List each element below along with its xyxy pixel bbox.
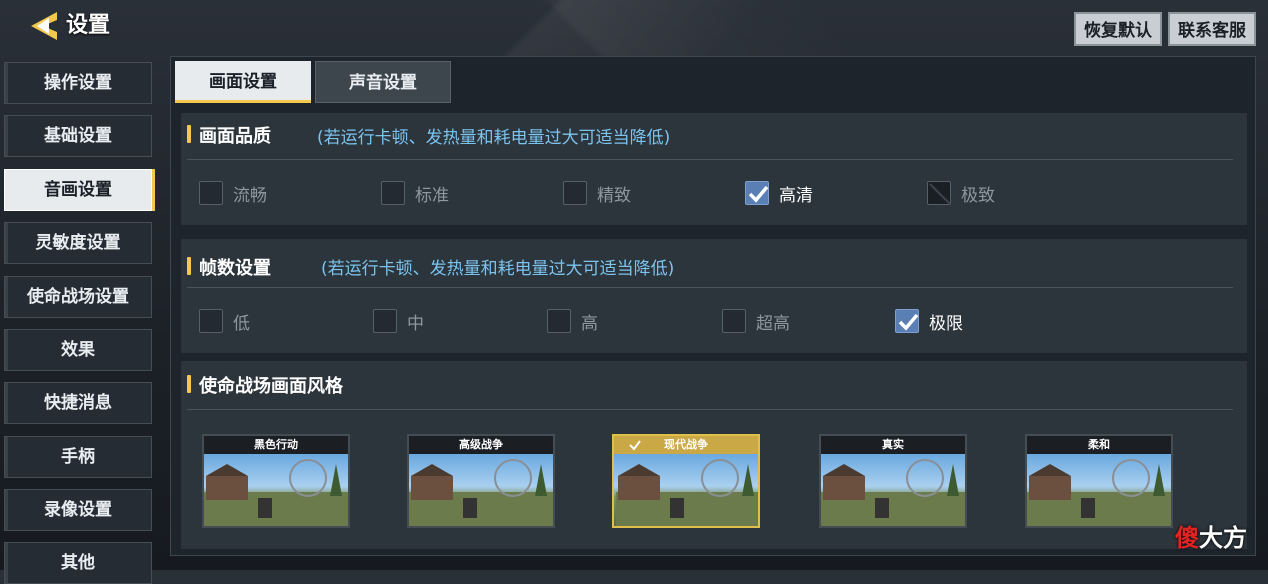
style-card-black-ops[interactable]: 黑色行动 bbox=[202, 434, 350, 528]
framerate-title: 帧数设置 bbox=[199, 258, 271, 279]
quality-option-standard[interactable]: 标准 bbox=[381, 179, 449, 207]
option-label: 低 bbox=[233, 313, 250, 334]
quality-option-fine[interactable]: 精致 bbox=[563, 179, 631, 207]
menu-item-battlefield[interactable]: 使命战场设置 bbox=[4, 276, 152, 318]
style-preview-image bbox=[1027, 454, 1171, 526]
checkbox-disabled[interactable] bbox=[927, 181, 951, 205]
option-label: 精致 bbox=[597, 185, 631, 206]
option-label: 标准 bbox=[415, 185, 449, 206]
checkbox[interactable] bbox=[722, 309, 746, 333]
checkbox[interactable] bbox=[381, 181, 405, 205]
tab-sound[interactable]: 声音设置 bbox=[315, 61, 451, 103]
reset-default-button[interactable]: 恢复默认 bbox=[1074, 12, 1162, 46]
option-label: 超高 bbox=[756, 313, 790, 334]
card-label: 真实 bbox=[821, 436, 965, 454]
contact-support-button[interactable]: 联系客服 bbox=[1168, 12, 1256, 46]
checkmark-icon bbox=[629, 440, 641, 451]
quality-section: 画面品质 (若运行卡顿、发热量和耗电量过大可适当降低) 流畅 标准 精致 高清 bbox=[181, 113, 1247, 225]
checkbox[interactable] bbox=[563, 181, 587, 205]
menu-item-other[interactable]: 其他 bbox=[4, 542, 152, 584]
checkbox[interactable] bbox=[199, 181, 223, 205]
watermark: 傻大方 bbox=[1175, 518, 1247, 553]
style-card-soft[interactable]: 柔和 bbox=[1025, 434, 1173, 528]
section-marker bbox=[187, 257, 191, 275]
fps-option-high[interactable]: 高 bbox=[547, 307, 598, 335]
card-label-text: 现代战争 bbox=[664, 438, 708, 451]
divider bbox=[187, 409, 1233, 410]
style-preview-image bbox=[614, 454, 758, 526]
divider bbox=[187, 159, 1233, 160]
checkbox[interactable] bbox=[373, 309, 397, 333]
style-card-advanced-warfare[interactable]: 高级战争 bbox=[407, 434, 555, 528]
menu-item-quick-messages[interactable]: 快捷消息 bbox=[4, 382, 152, 424]
quality-note: (若运行卡顿、发热量和耗电量过大可适当降低) bbox=[317, 128, 671, 148]
option-label: 高清 bbox=[779, 185, 813, 206]
quality-option-hd[interactable]: 高清 bbox=[745, 179, 813, 207]
style-preview-image bbox=[821, 454, 965, 526]
menu-item-sensitivity[interactable]: 灵敏度设置 bbox=[4, 222, 152, 264]
card-label: 柔和 bbox=[1027, 436, 1171, 454]
fps-option-very-high[interactable]: 超高 bbox=[722, 307, 790, 335]
fps-option-medium[interactable]: 中 bbox=[373, 307, 424, 335]
option-label: 流畅 bbox=[233, 185, 267, 206]
card-label: 现代战争 bbox=[614, 436, 758, 454]
checkbox[interactable] bbox=[199, 309, 223, 333]
checkbox-checked[interactable] bbox=[895, 309, 919, 333]
quality-option-smooth[interactable]: 流畅 bbox=[199, 179, 267, 207]
card-label: 高级战争 bbox=[409, 436, 553, 454]
back-arrow-icon bbox=[31, 12, 57, 40]
menu-item-audio-video[interactable]: 音画设置 bbox=[4, 169, 152, 211]
checkmark-icon bbox=[898, 313, 919, 331]
style-preview-image bbox=[204, 454, 348, 526]
checkbox[interactable] bbox=[547, 309, 571, 333]
style-card-modern-warfare[interactable]: 现代战争 bbox=[612, 434, 760, 528]
checkmark-icon bbox=[748, 185, 769, 203]
card-label: 黑色行动 bbox=[204, 436, 348, 454]
divider bbox=[187, 287, 1233, 288]
tab-display[interactable]: 画面设置 bbox=[175, 61, 311, 103]
quality-option-ultra[interactable]: 极致 bbox=[927, 179, 995, 207]
watermark-part1: 傻 bbox=[1175, 524, 1199, 552]
watermark-part2: 大方 bbox=[1199, 524, 1247, 552]
option-label: 中 bbox=[407, 313, 424, 334]
back-button[interactable] bbox=[24, 8, 64, 44]
style-title: 使命战场画面风格 bbox=[199, 376, 343, 397]
style-card-realistic[interactable]: 真实 bbox=[819, 434, 967, 528]
menu-item-recording[interactable]: 录像设置 bbox=[4, 489, 152, 531]
fps-option-max[interactable]: 极限 bbox=[895, 307, 963, 335]
section-marker bbox=[187, 375, 191, 393]
option-label: 高 bbox=[581, 313, 598, 334]
section-marker bbox=[187, 125, 191, 143]
fps-option-low[interactable]: 低 bbox=[199, 307, 250, 335]
option-label: 极致 bbox=[961, 185, 995, 206]
menu-item-controller[interactable]: 手柄 bbox=[4, 436, 152, 478]
framerate-note: (若运行卡顿、发热量和耗电量过大可适当降低) bbox=[321, 259, 675, 279]
menu-item-basic[interactable]: 基础设置 bbox=[4, 115, 152, 157]
option-label: 极限 bbox=[929, 313, 963, 334]
quality-title: 画面品质 bbox=[199, 126, 271, 147]
disabled-slash-icon bbox=[929, 183, 951, 205]
menu-item-controls[interactable]: 操作设置 bbox=[4, 62, 152, 104]
style-preview-image bbox=[409, 454, 553, 526]
page-title: 设置 bbox=[66, 13, 111, 38]
menu-item-effects[interactable]: 效果 bbox=[4, 329, 152, 371]
checkbox-checked[interactable] bbox=[745, 181, 769, 205]
framerate-section: 帧数设置 (若运行卡顿、发热量和耗电量过大可适当降低) 低 中 高 超高 极限 bbox=[181, 239, 1247, 353]
